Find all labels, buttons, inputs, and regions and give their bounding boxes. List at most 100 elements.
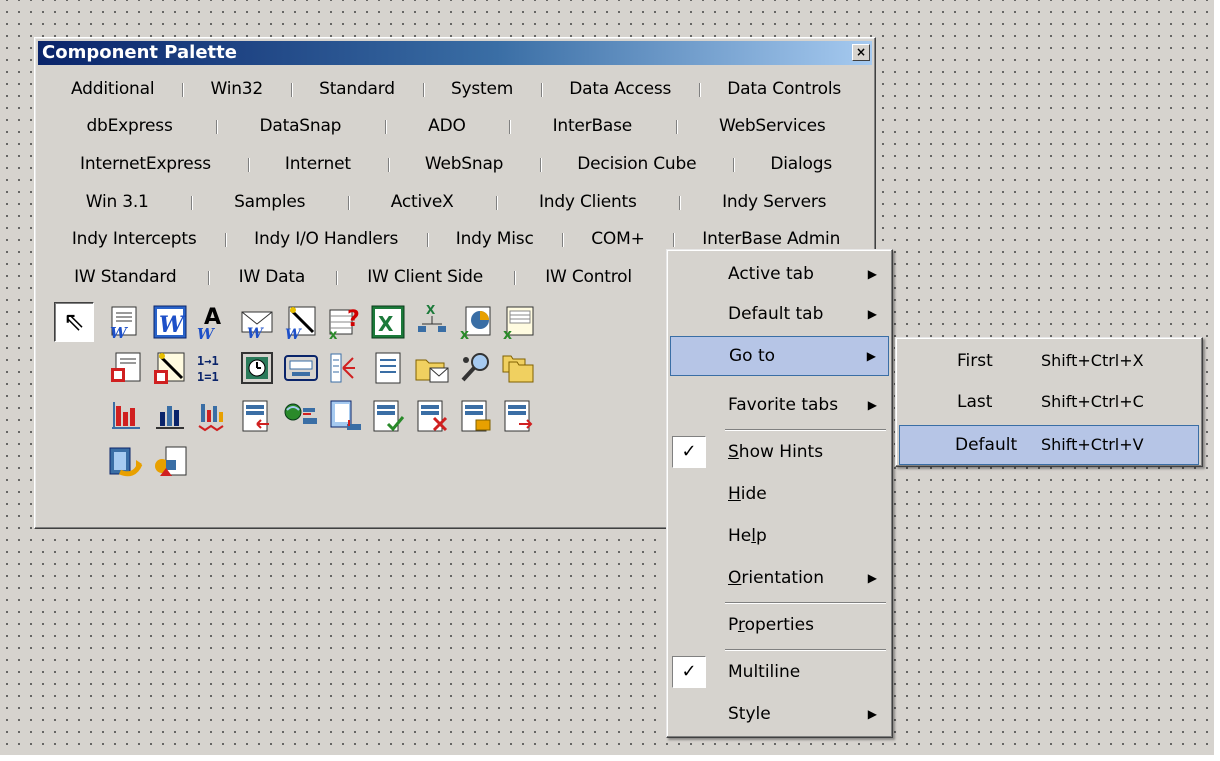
tab-ado[interactable]: ADO — [384, 116, 509, 136]
tab-indy-clients[interactable]: Indy Clients — [496, 192, 679, 212]
shapes-page-icon[interactable] — [152, 444, 188, 480]
palette-context-menu: Active tab ▶ Default tab ▶ Go to ▶ Favor… — [666, 249, 893, 738]
menu-item-label: Favorite tabs — [728, 395, 839, 415]
submenu-arrow-icon: ▶ — [867, 707, 877, 721]
menu-item-properties[interactable]: Properties — [670, 605, 889, 645]
menu-item-favorite-tabs[interactable]: Favorite tabs ▶ — [670, 385, 889, 425]
submenu-item-default[interactable]: Default Shift+Ctrl+V — [899, 425, 1199, 465]
window-title: Component Palette — [42, 42, 237, 63]
menu-item-multiline[interactable]: ✓ Multiline — [670, 652, 889, 692]
tab-iw-control[interactable]: IW Control — [514, 267, 663, 287]
word-mail-icon[interactable]: W — [239, 304, 275, 340]
submenu-item-shortcut: Shift+Ctrl+V — [1041, 435, 1144, 454]
tab-indy-intercepts[interactable]: Indy Intercepts — [43, 229, 225, 249]
report-wizard-icon[interactable] — [152, 350, 188, 386]
menu-item-label: Hide — [728, 484, 767, 504]
excel-chart-icon[interactable]: x — [458, 304, 494, 340]
word-document-icon[interactable]: W — [108, 304, 144, 340]
menu-item-label: Style — [728, 704, 771, 724]
goto-submenu: First Shift+Ctrl+X Last Shift+Ctrl+C Def… — [895, 337, 1203, 467]
tab-win31[interactable]: Win 3.1 — [43, 192, 191, 212]
menu-item-orientation[interactable]: Orientation ▶ — [670, 558, 889, 598]
submenu-arrow-icon: ▶ — [866, 349, 876, 363]
tab-websnap[interactable]: WebSnap — [387, 154, 540, 174]
excel-tree-icon[interactable]: X — [414, 302, 450, 338]
svg-text:W: W — [110, 324, 129, 340]
tab-activex[interactable]: ActiveX — [348, 192, 496, 212]
tab-indy-misc[interactable]: Indy Misc — [426, 229, 562, 249]
menu-item-help[interactable]: Help — [670, 516, 889, 556]
menu-item-active-tab[interactable]: Active tab ▶ — [670, 254, 889, 294]
tab-row-3: InternetExpress Internet WebSnap Decisio… — [43, 145, 869, 183]
multi-bar-chart-icon[interactable] — [195, 398, 231, 434]
menu-item-hide[interactable]: Hide — [670, 474, 889, 514]
tab-dbexpress[interactable]: dbExpress — [43, 116, 216, 136]
text-page-icon[interactable] — [370, 350, 406, 386]
submenu-item-first[interactable]: First Shift+Ctrl+X — [899, 341, 1199, 381]
menu-item-style[interactable]: Style ▶ — [670, 694, 889, 734]
tab-iw-standard[interactable]: IW Standard — [43, 267, 208, 287]
tab-dialogs[interactable]: Dialogs — [733, 154, 869, 174]
svg-text:1=1: 1=1 — [197, 370, 219, 384]
folder-stack-icon[interactable] — [501, 350, 537, 386]
tab-standard[interactable]: Standard — [291, 79, 423, 99]
check-icon: ✓ — [672, 436, 706, 468]
close-button[interactable]: × — [852, 44, 870, 61]
tab-interbase-admin[interactable]: InterBase Admin — [673, 229, 869, 249]
word-application-icon[interactable]: W — [152, 304, 188, 340]
excel-application-icon[interactable]: X — [370, 304, 406, 340]
tab-internet[interactable]: Internet — [247, 154, 388, 174]
tab-decision-cube[interactable]: Decision Cube — [540, 154, 733, 174]
tab-com-plus[interactable]: COM+ — [562, 229, 673, 249]
excel-query-icon[interactable]: ? x — [327, 304, 363, 340]
search-binoculars-icon[interactable] — [458, 350, 494, 386]
blue-bar-chart-icon[interactable] — [152, 398, 188, 434]
submenu-arrow-icon: ▶ — [867, 571, 877, 585]
tab-webservices[interactable]: WebServices — [675, 116, 869, 136]
split-arrows-icon[interactable] — [327, 350, 363, 386]
mail-folder-icon[interactable] — [414, 350, 450, 386]
menu-item-default-tab[interactable]: Default tab ▶ — [670, 294, 889, 334]
keyboard-icon[interactable] — [283, 350, 319, 386]
report-red-icon[interactable] — [108, 350, 144, 386]
svg-text:X: X — [426, 303, 436, 317]
tab-additional[interactable]: Additional — [43, 79, 182, 99]
page-delete-icon[interactable] — [414, 398, 450, 434]
menu-item-label: Properties — [728, 615, 814, 635]
tab-datasnap[interactable]: DataSnap — [216, 116, 385, 136]
submenu-item-last[interactable]: Last Shift+Ctrl+C — [899, 382, 1199, 422]
tab-data-controls[interactable]: Data Controls — [699, 79, 869, 99]
red-bar-chart-icon[interactable] — [108, 398, 144, 434]
tab-iw-client-side[interactable]: IW Client Side — [336, 267, 514, 287]
tab-interbase[interactable]: InterBase — [509, 116, 675, 136]
tab-samples[interactable]: Samples — [191, 192, 348, 212]
submenu-item-shortcut: Shift+Ctrl+C — [1041, 392, 1144, 411]
tab-system[interactable]: System — [422, 79, 541, 99]
svg-text:?: ? — [347, 307, 360, 332]
binary-arrows-icon[interactable]: 1→1 1=1 — [195, 350, 231, 386]
tab-win32[interactable]: Win32 — [182, 79, 291, 99]
title-bar[interactable]: Component Palette × — [38, 41, 872, 65]
menu-item-show-hints[interactable]: ✓ Show Hints — [670, 432, 889, 472]
svg-text:1→1: 1→1 — [197, 354, 219, 368]
page-edit-icon[interactable] — [458, 398, 494, 434]
tab-data-access[interactable]: Data Access — [541, 79, 699, 99]
submenu-arrow-icon: ▶ — [867, 267, 877, 281]
tab-iw-data[interactable]: IW Data — [207, 267, 337, 287]
tab-internetexpress[interactable]: InternetExpress — [43, 154, 248, 174]
globe-link-icon[interactable] — [283, 398, 319, 434]
menu-item-go-to[interactable]: Go to ▶ — [670, 336, 889, 376]
tab-indy-io-handlers[interactable]: Indy I/O Handlers — [225, 229, 427, 249]
data-page-icon[interactable] — [239, 398, 275, 434]
notebook-icon[interactable] — [327, 398, 363, 434]
page-insert-icon[interactable] — [501, 398, 537, 434]
menu-separator — [725, 429, 886, 431]
word-wizard-icon[interactable]: W — [283, 304, 319, 340]
excel-sheet-icon[interactable]: x — [501, 304, 537, 340]
arrow-pointer-icon[interactable]: ⇖ — [54, 302, 94, 342]
word-font-icon[interactable]: AW — [195, 304, 231, 340]
page-check-icon[interactable] — [370, 398, 406, 434]
clock-panel-icon[interactable] — [239, 350, 275, 386]
recycle-arrow-icon[interactable] — [108, 444, 144, 480]
tab-indy-servers[interactable]: Indy Servers — [679, 192, 869, 212]
